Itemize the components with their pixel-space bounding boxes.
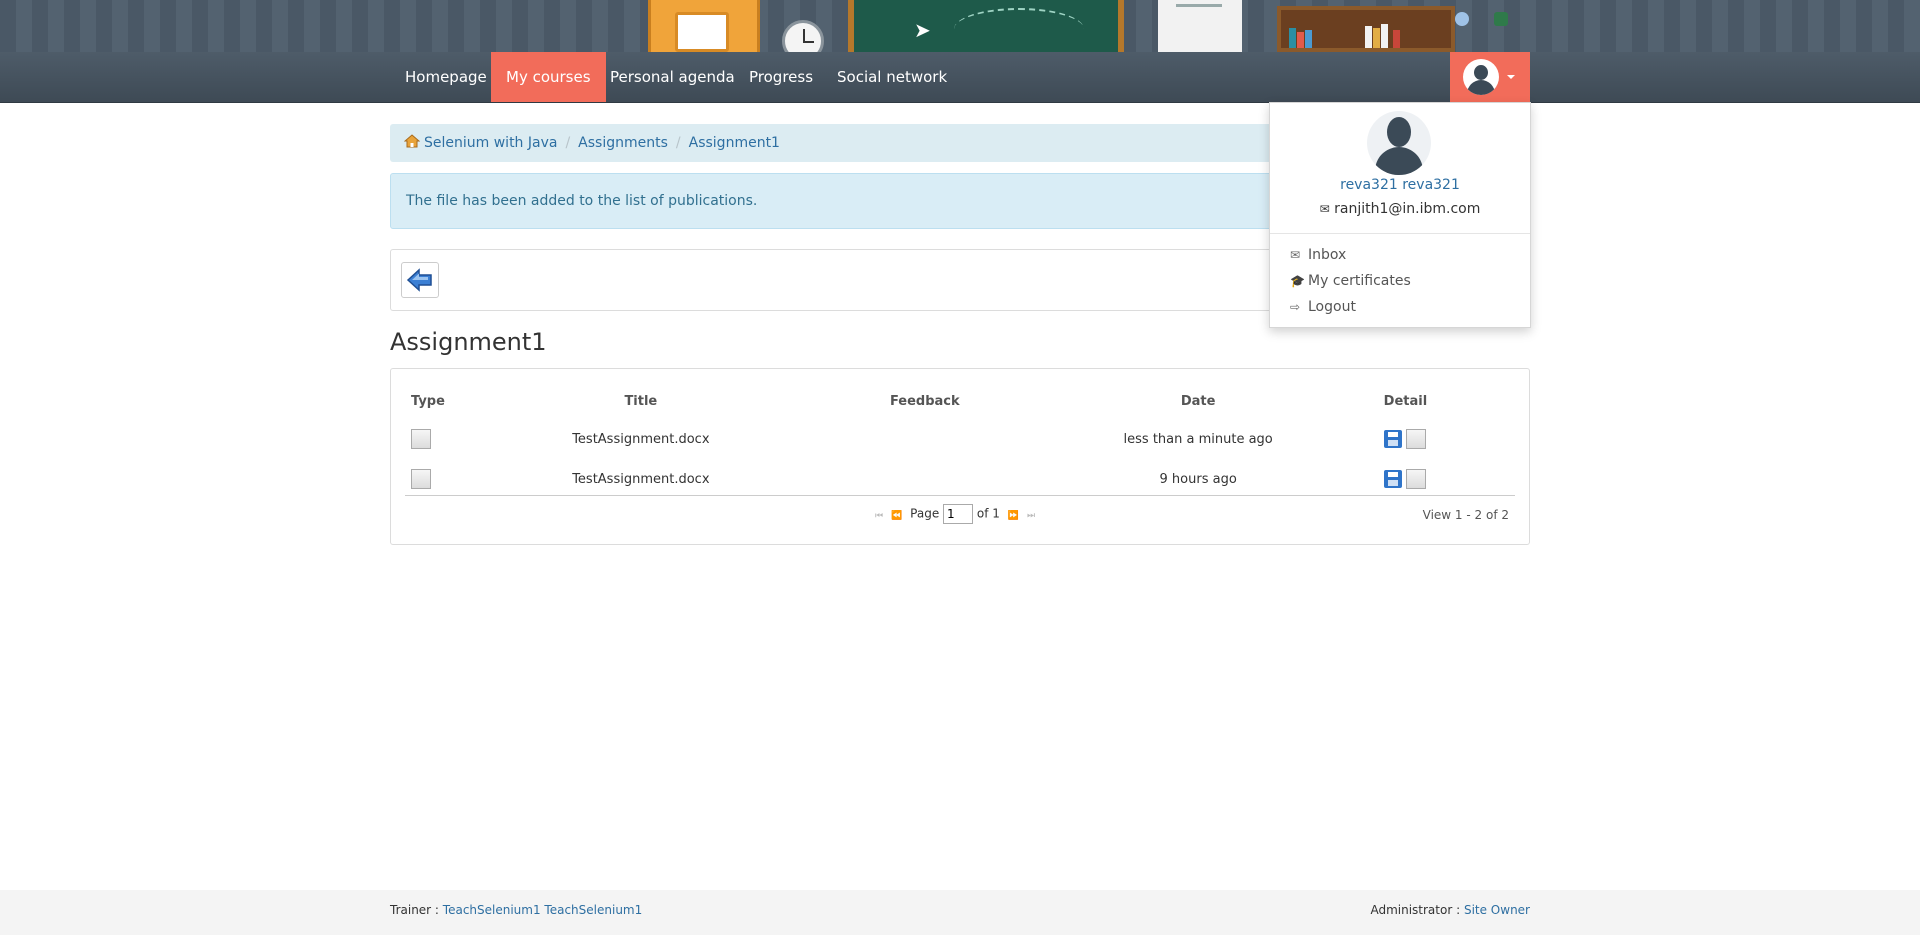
nav-progress[interactable]: Progress — [734, 52, 828, 102]
cell-feedback — [751, 419, 1098, 459]
banner-bookshelf-illustration — [1277, 6, 1455, 52]
banner-plant-icon — [1494, 12, 1508, 26]
nav-homepage[interactable]: Homepage — [390, 52, 502, 102]
divider — [405, 495, 1515, 496]
alert-message: The file has been added to the list of p… — [406, 193, 758, 209]
nav-personal-agenda[interactable]: Personal agenda — [595, 52, 750, 102]
trainer-link[interactable]: TeachSelenium1 TeachSelenium1 — [443, 903, 642, 917]
breadcrumb-assignments[interactable]: Assignments — [578, 135, 668, 151]
menu-item-label: Logout — [1308, 299, 1356, 315]
sign-out-icon: ⇨ — [1290, 300, 1301, 314]
nav-my-courses[interactable]: My courses — [491, 52, 606, 102]
footer: Trainer : TeachSelenium1 TeachSelenium1 … — [0, 890, 1920, 935]
breadcrumb-current[interactable]: Assignment1 — [689, 135, 780, 151]
view-count: View 1 - 2 of 2 — [1422, 508, 1509, 522]
pagination: ⏮ ⏪ Page of 1 ⏩ ⏭ — [871, 504, 1039, 524]
envelope-icon: ✉ — [1290, 248, 1301, 262]
banner-figure-icon — [1455, 12, 1469, 26]
avatar — [1463, 59, 1499, 95]
menu-item-logout[interactable]: ⇨ Logout — [1290, 299, 1356, 315]
detail-icon[interactable] — [1406, 469, 1427, 489]
prev-page-icon[interactable]: ⏪ — [891, 511, 902, 521]
user-dropdown-menu: reva321 reva321 ✉ ranjith1@in.ibm.com ✉ I… — [1269, 102, 1531, 328]
cell-date: 9 hours ago — [1159, 471, 1237, 487]
first-page-icon[interactable]: ⏮ — [875, 511, 883, 521]
header-banner: ➤ — [0, 0, 1920, 52]
menu-item-inbox[interactable]: ✉ Inbox — [1290, 247, 1346, 263]
save-icon[interactable] — [1384, 430, 1403, 448]
graduation-cap-icon: 🎓 — [1290, 274, 1305, 288]
footer-admin: Administrator : Site Owner — [1370, 903, 1530, 917]
profile-avatar — [1367, 111, 1431, 175]
back-button[interactable] — [401, 262, 439, 298]
column-header-feedback[interactable]: Feedback — [751, 383, 1098, 419]
admin-label: Administrator : — [1370, 903, 1461, 917]
column-header-detail[interactable]: Detail — [1298, 383, 1513, 419]
user-menu-button[interactable] — [1450, 52, 1530, 102]
breadcrumb-course[interactable]: Selenium with Java — [424, 135, 557, 151]
column-header-date[interactable]: Date — [1098, 383, 1297, 419]
cell-title[interactable]: TestAssignment.docx — [531, 459, 752, 499]
menu-item-label: My certificates — [1308, 273, 1411, 289]
publications-panel: Type Title Feedback Date Detail TestAssi… — [390, 368, 1530, 545]
table-header-row: Type Title Feedback Date Detail — [407, 383, 1513, 419]
banner-clock-illustration — [782, 20, 824, 52]
publications-table: Type Title Feedback Date Detail TestAssi… — [407, 383, 1513, 499]
page-label: Page — [910, 506, 940, 521]
detail-icon[interactable] — [1406, 429, 1427, 449]
banner-chalkboard-illustration: ➤ — [848, 0, 1124, 52]
table-row: TestAssignment.docx 9 hours ago — [407, 459, 1513, 499]
cell-date: less than a minute ago — [1123, 431, 1273, 447]
banner-door-illustration — [648, 0, 760, 52]
cell-title[interactable]: TestAssignment.docx — [531, 419, 752, 459]
page-title: Assignment1 — [390, 328, 547, 356]
admin-link[interactable]: Site Owner — [1464, 903, 1530, 917]
main-navbar: Homepage My courses Personal agenda Prog… — [0, 52, 1920, 103]
envelope-icon: ✉ — [1319, 202, 1330, 216]
divider — [1270, 233, 1530, 234]
cell-feedback — [751, 459, 1098, 499]
back-arrow-icon — [406, 268, 432, 292]
menu-item-label: Inbox — [1308, 247, 1347, 263]
caret-down-icon — [1507, 75, 1515, 79]
save-icon[interactable] — [1384, 470, 1403, 488]
user-name[interactable]: reva321 reva321 — [1270, 177, 1530, 193]
next-page-icon[interactable]: ⏩ — [1008, 511, 1019, 521]
trainer-label: Trainer : — [390, 903, 439, 917]
page-of-label: of 1 — [976, 506, 1000, 521]
paper-plane-icon: ➤ — [914, 18, 931, 42]
last-page-icon[interactable]: ⏭ — [1027, 511, 1035, 521]
user-email: ✉ ranjith1@in.ibm.com — [1270, 201, 1530, 217]
table-row: TestAssignment.docx less than a minute a… — [407, 419, 1513, 459]
menu-item-my-certificates[interactable]: 🎓 My certificates — [1290, 273, 1411, 289]
file-type-icon — [411, 469, 431, 489]
file-type-icon — [411, 429, 431, 449]
banner-paper-illustration — [1158, 0, 1242, 52]
footer-trainer: Trainer : TeachSelenium1 TeachSelenium1 — [390, 903, 642, 917]
column-header-title[interactable]: Title — [531, 383, 752, 419]
user-email-text: ranjith1@in.ibm.com — [1334, 201, 1481, 217]
home-icon — [404, 134, 420, 148]
column-header-type[interactable]: Type — [407, 383, 531, 419]
nav-social-network[interactable]: Social network — [822, 52, 962, 102]
page-number-input[interactable] — [943, 504, 974, 524]
